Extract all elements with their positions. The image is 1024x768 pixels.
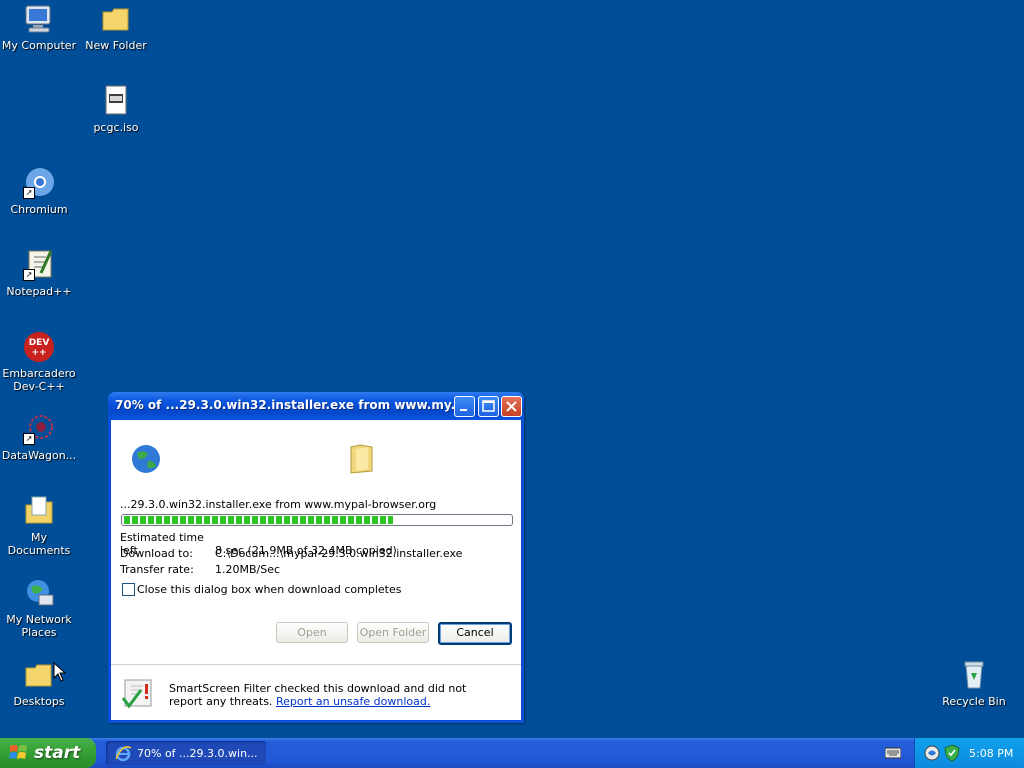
chromium-icon: ↗ xyxy=(23,167,55,199)
cancel-button[interactable]: Cancel xyxy=(438,622,512,645)
shortcut-arrow-icon: ↗ xyxy=(23,433,35,445)
desktop-icon-notepadpp[interactable]: ↗ Notepad++ xyxy=(0,249,78,298)
info-key: Download to: xyxy=(120,547,193,560)
documents-folder-icon xyxy=(23,495,55,527)
download-dialog: 70% of ...29.3.0.win32.installer.exe fro… xyxy=(108,392,524,723)
desktop-icon-my-computer[interactable]: My Computer xyxy=(0,3,78,52)
tray-app-icon[interactable] xyxy=(924,745,940,761)
download-progress-bar xyxy=(121,514,513,526)
desktop-icon-pcgc-iso[interactable]: pcgc.iso xyxy=(77,85,155,134)
open-folder-button[interactable]: Open Folder xyxy=(357,622,429,643)
info-row-download-to: Download to: C:\Docum...\mypal-29.3.0.win… xyxy=(120,547,462,560)
desktop-icon-label: Recycle Bin xyxy=(942,695,1006,708)
mouse-cursor-icon xyxy=(53,662,67,682)
desktop-icon-label: DataWagon... xyxy=(1,449,77,462)
dialog-title: 70% of ...29.3.0.win32.installer.exe fro… xyxy=(115,398,465,412)
desktop-icon-label: My Network Places xyxy=(6,613,72,639)
desktop-icon-new-folder[interactable]: New Folder xyxy=(77,3,155,52)
desktop-icon-chromium[interactable]: ↗ Chromium xyxy=(0,167,78,216)
close-when-done-label[interactable]: Close this dialog box when download comp… xyxy=(137,583,401,596)
internet-explorer-icon xyxy=(115,746,132,762)
desktop-icon-recycle-bin[interactable]: Recycle Bin xyxy=(935,659,1013,708)
smartscreen-message: SmartScreen Filter checked this download… xyxy=(169,682,489,708)
keyboard-icon[interactable] xyxy=(885,747,901,759)
datawagon-icon: ↗ xyxy=(23,413,55,445)
shortcut-arrow-icon: ↗ xyxy=(23,187,35,199)
svg-text:DEV: DEV xyxy=(29,338,50,348)
desktop-icon-label: New Folder xyxy=(85,39,147,52)
svg-text:++: ++ xyxy=(31,348,46,358)
desktop-icon-label: My Computer xyxy=(1,39,77,52)
start-button[interactable]: start xyxy=(0,738,96,768)
globe-icon xyxy=(132,445,160,473)
shield-security-icon[interactable] xyxy=(943,744,961,762)
close-icon xyxy=(506,401,517,412)
desktop-icon-label: Embarcadero Dev-C++ xyxy=(2,367,76,393)
minimize-icon xyxy=(460,409,467,411)
folder-icon xyxy=(350,444,373,474)
disc-image-file-icon xyxy=(100,85,132,117)
info-value: C:\Docum...\mypal-29.3.0.win32.installer… xyxy=(215,547,463,560)
desktop-icon-my-documents[interactable]: My Documents xyxy=(0,495,78,557)
maximize-button[interactable] xyxy=(478,396,499,417)
desktop-icon-datawagon[interactable]: ↗ DataWagon... xyxy=(0,413,78,462)
folder-icon xyxy=(100,3,132,35)
close-button[interactable] xyxy=(501,396,522,417)
notepadpp-icon: ↗ xyxy=(23,249,55,281)
taskbar-item-download[interactable]: 70% of ...29.3.0.win... xyxy=(106,741,266,765)
shortcut-arrow-icon: ↗ xyxy=(23,269,35,281)
desktop-icon-label: pcgc.iso xyxy=(93,121,139,134)
taskbar-item-label: 70% of ...29.3.0.win... xyxy=(137,747,258,760)
taskbar: start 70% of ...29.3.0.win... 5:08 PM xyxy=(0,738,1024,768)
desktop-icon-label: Notepad++ xyxy=(6,285,72,298)
close-when-done-checkbox[interactable] xyxy=(122,583,135,596)
info-value: 1.20MB/Sec xyxy=(215,563,281,576)
desktop-icon-my-network-places[interactable]: My Network Places xyxy=(0,577,78,639)
computer-icon xyxy=(23,3,55,35)
windows-logo-icon xyxy=(9,745,27,759)
desktop-icon-label: Chromium xyxy=(10,203,68,216)
smartscreen-footer: SmartScreen Filter checked this download… xyxy=(111,664,521,720)
progress-fill xyxy=(124,516,393,524)
desktop-icon-label: Desktops xyxy=(13,695,65,708)
file-source-text: ...29.3.0.win32.installer.exe from www.m… xyxy=(120,498,437,511)
start-label: start xyxy=(34,743,81,763)
network-globe-icon xyxy=(23,577,55,609)
dialog-titlebar[interactable]: 70% of ...29.3.0.win32.installer.exe fro… xyxy=(108,392,524,420)
download-panel: ...29.3.0.win32.installer.exe from www.m… xyxy=(111,420,521,664)
folder-icon xyxy=(23,659,55,691)
minimize-button[interactable] xyxy=(454,396,475,417)
maximize-icon xyxy=(482,400,495,412)
smartscreen-shield-icon xyxy=(121,679,152,709)
open-button[interactable]: Open xyxy=(276,622,348,643)
system-tray: 5:08 PM xyxy=(914,738,1024,768)
info-row-transfer-rate: Transfer rate: 1.20MB/Sec xyxy=(120,563,280,576)
report-unsafe-download-link[interactable]: Report an unsafe download. xyxy=(276,695,430,708)
devcpp-icon: DEV ++ xyxy=(23,331,55,363)
desktop-icon-label: My Documents xyxy=(7,531,71,557)
dialog-client: ...29.3.0.win32.installer.exe from www.m… xyxy=(111,420,521,720)
info-key: Transfer rate: xyxy=(120,563,194,576)
recycle-bin-icon xyxy=(958,659,990,691)
clock: 5:08 PM xyxy=(969,747,1014,760)
desktop-icon-devcpp[interactable]: DEV ++ Embarcadero Dev-C++ xyxy=(0,331,78,393)
